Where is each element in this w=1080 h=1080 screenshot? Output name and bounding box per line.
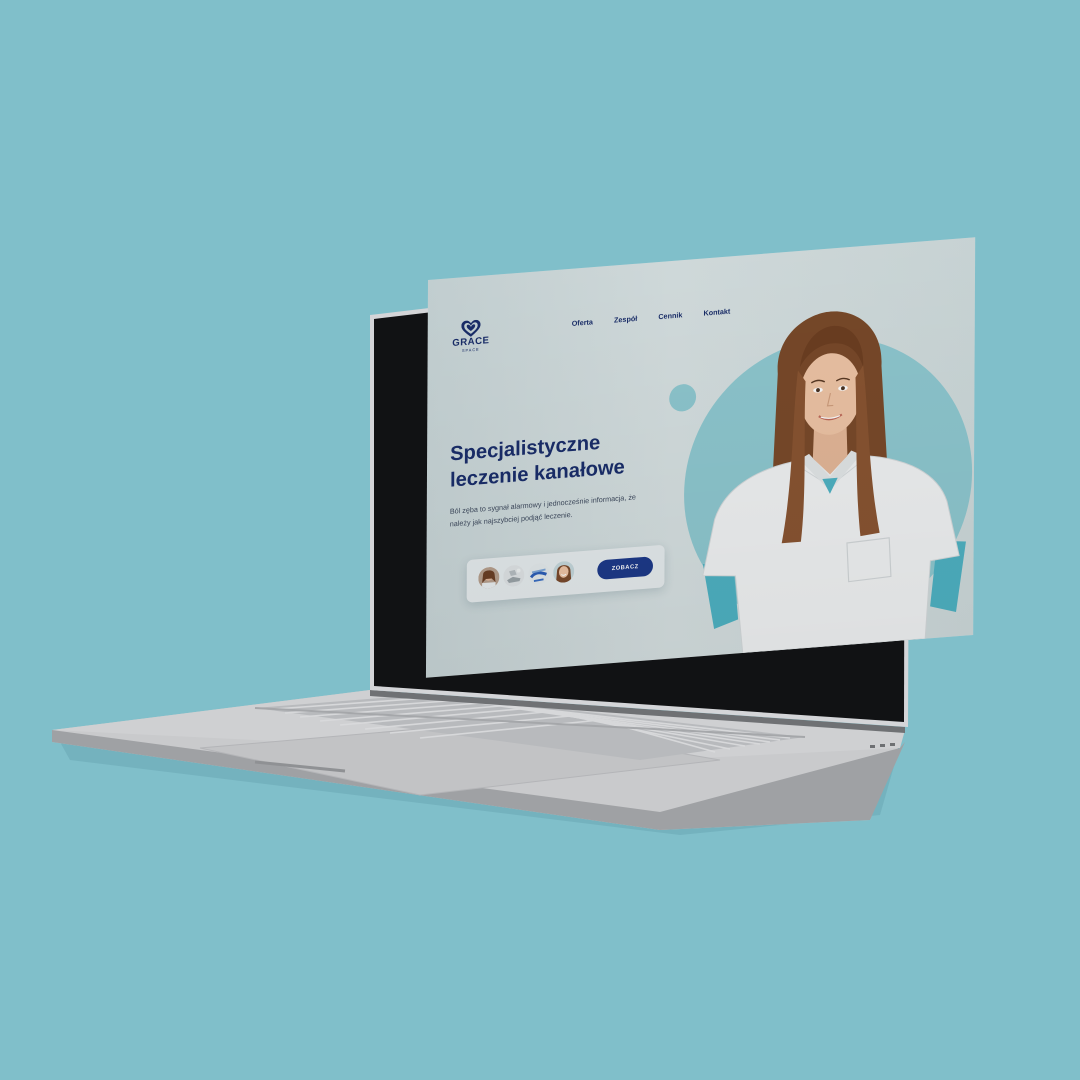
woman-portrait-icon [478,566,500,590]
dental-tools-icon [528,562,550,586]
nav-link-cennik[interactable]: Cennik [658,311,682,322]
woman-portrait-thumbnail[interactable] [478,566,500,590]
smiling-woman-thumbnail[interactable] [553,560,575,584]
brand-logo[interactable]: GRACE SPACE [451,319,491,354]
dental-chair-icon [503,564,525,588]
dental-chair-thumbnail[interactable] [503,564,525,588]
zobacz-button[interactable]: ZOBACZ [597,556,654,580]
website-homepage: GRACE SPACE Oferta Zespół Cennik Kontakt [425,237,976,678]
laptop-screen: GRACE SPACE Oferta Zespół Cennik Kontakt [425,237,976,678]
smiling-woman-icon [553,560,575,584]
dental-tools-thumbnail[interactable] [528,562,550,586]
nav-link-oferta[interactable]: Oferta [572,318,593,328]
hero-title: Specjalistyczne leczenie kanałowe [450,428,625,494]
laptop-mockup-scene: GRACE SPACE Oferta Zespół Cennik Kontakt [0,0,1080,1080]
doctor-portrait-image [702,311,966,654]
nav-link-zespol[interactable]: Zespół [614,314,637,325]
preview-card: ZOBACZ [466,544,665,603]
hero-description: Ból zęba to sygnał alarmowy i jednocześn… [449,492,636,529]
nav-link-kontakt[interactable]: Kontakt [703,307,730,318]
